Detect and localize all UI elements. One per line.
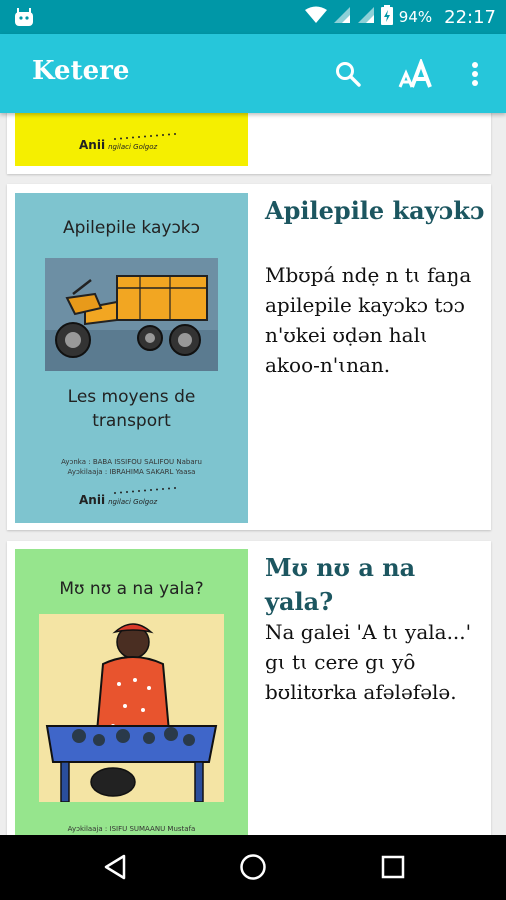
book-title: Mʊ nʊ a na yala? <box>265 553 416 616</box>
book-description: Mbʊpá ndẹ n tɩ faŋa apilepile kayɔkɔ tɔɔ… <box>265 263 472 377</box>
cover-subtitle: Les moyens de transport <box>67 387 196 431</box>
book-card[interactable]: Anii ngilaci Golgoz <box>7 113 491 174</box>
book-card[interactable]: Apilepile kayɔkɔ Les moyens de transport… <box>7 184 491 530</box>
back-icon[interactable] <box>93 847 137 887</box>
cover-title: Mʊ nʊ a na yala? <box>59 579 204 599</box>
android-icon <box>14 8 34 30</box>
battery-icon <box>380 5 393 29</box>
app-title: Ketere <box>32 56 130 86</box>
book-cover: Mʊ nʊ a na yala? Ayɔkilaaja : ISIFU SUMA… <box>15 549 248 835</box>
status-bar: 94% 22:17 <box>0 0 506 34</box>
recents-icon[interactable] <box>371 847 415 887</box>
publisher-logo: Anii ngilaci Golgoz <box>79 493 158 507</box>
cover-credit-author: Ayɔnka : BABA ISSIFOU SALIFOU Nabaru <box>61 458 202 466</box>
cover-title: Apilepile kayɔkɔ <box>63 218 200 238</box>
market-woman-illustration <box>39 614 224 803</box>
logo-dots <box>114 133 176 140</box>
text-size-icon[interactable] <box>396 54 436 94</box>
navigation-bar <box>0 835 506 900</box>
book-cover: Anii ngilaci Golgoz <box>15 113 248 166</box>
more-vert-icon[interactable] <box>455 54 495 94</box>
battery-percent: 94% <box>398 8 433 26</box>
signal-icon-2 <box>357 6 375 28</box>
search-icon[interactable] <box>328 54 368 94</box>
cover-credit-illustrator: Ayɔkilaaja : ISIFU SUMAANU Mustafa <box>67 825 196 833</box>
clock: 22:17 <box>444 6 496 28</box>
book-card[interactable]: Mʊ nʊ a na yala? Ayɔkilaaja : ISIFU SUMA… <box>7 541 491 835</box>
wifi-icon <box>304 6 327 28</box>
book-title: Apilepile kayɔkɔ <box>265 196 485 225</box>
book-description: Na galei 'A tɩ yala...' gɩ tɩ cere gɩ yȏ… <box>265 620 472 704</box>
app-bar: Ketere <box>0 34 506 113</box>
book-cover: Apilepile kayɔkɔ Les moyens de transport… <box>15 193 248 523</box>
logo-dots <box>114 487 176 494</box>
tricycle-illustration <box>45 258 218 371</box>
book-list[interactable]: Anii ngilaci Golgoz Apilepile kayɔkɔ Les… <box>0 113 506 835</box>
home-icon[interactable] <box>231 847 275 887</box>
signal-icon <box>333 6 351 28</box>
cover-credit-illustrator: Ayɔkilaaja : IBRAHIMA SAKARL Yaasa <box>67 468 196 476</box>
